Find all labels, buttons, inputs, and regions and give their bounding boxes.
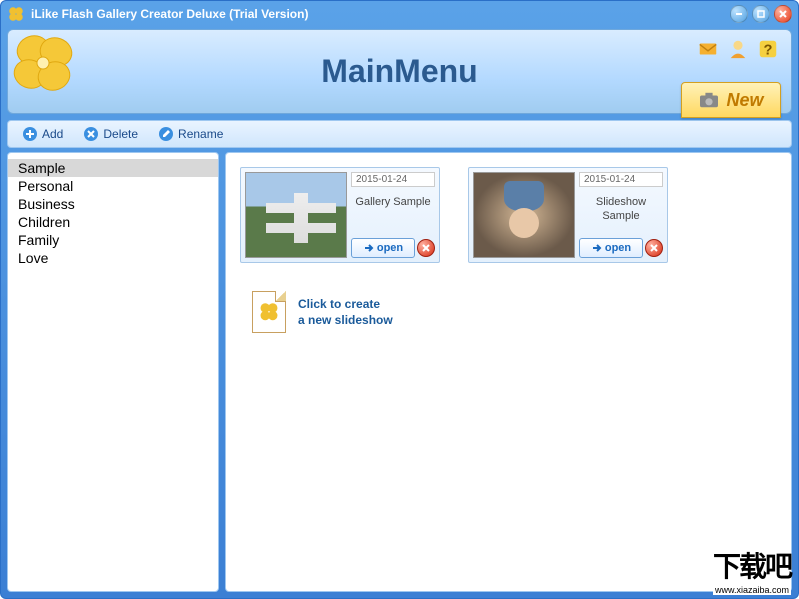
sidebar-item-sample[interactable]: Sample (8, 159, 218, 177)
app-window: iLike Flash Gallery Creator Deluxe (Tria… (0, 0, 799, 599)
gallery-card[interactable]: 2015-01-24 Gallery Sample open (240, 167, 440, 263)
gallery-thumbnail (245, 172, 347, 258)
create-new-label: Click to create a new slideshow (298, 297, 393, 328)
arrow-right-icon (363, 242, 375, 254)
card-info: 2015-01-24 Slideshow Sample open (579, 172, 663, 258)
gallery-thumbnail (473, 172, 575, 258)
sidebar-item-family[interactable]: Family (8, 231, 218, 249)
gallery-title: Gallery Sample (351, 189, 435, 238)
arrow-right-icon (591, 242, 603, 254)
open-button[interactable]: open (351, 238, 415, 258)
window-title: iLike Flash Gallery Creator Deluxe (Tria… (31, 7, 730, 21)
card-actions: open (579, 238, 663, 258)
new-document-icon (252, 291, 288, 335)
close-icon (649, 243, 659, 253)
user-icon[interactable] (727, 38, 749, 60)
sidebar-item-business[interactable]: Business (8, 195, 218, 213)
close-icon (421, 243, 431, 253)
card-info: 2015-01-24 Gallery Sample open (351, 172, 435, 258)
delete-icon (83, 126, 99, 142)
mail-icon[interactable] (697, 38, 719, 60)
delete-label: Delete (103, 127, 138, 141)
rename-icon (158, 126, 174, 142)
open-label: open (377, 242, 403, 254)
card-actions: open (351, 238, 435, 258)
category-sidebar: Sample Personal Business Children Family… (7, 152, 219, 592)
logo-clover-icon (8, 30, 78, 100)
add-label: Add (42, 127, 63, 141)
gallery-date: 2015-01-24 (579, 172, 663, 187)
sidebar-item-children[interactable]: Children (8, 213, 218, 231)
gallery-date: 2015-01-24 (351, 172, 435, 187)
rename-label: Rename (178, 127, 223, 141)
gallery-list: 2015-01-24 Gallery Sample open (225, 152, 792, 592)
new-button-label: New (726, 90, 763, 111)
add-button[interactable]: Add (14, 124, 71, 144)
page-title: MainMenu (8, 53, 791, 90)
content: Sample Personal Business Children Family… (7, 152, 792, 592)
app-icon (7, 5, 25, 23)
gallery-title: Slideshow Sample (579, 189, 663, 238)
open-label: open (605, 242, 631, 254)
delete-gallery-button[interactable] (645, 239, 663, 257)
window-controls (730, 5, 792, 23)
new-button[interactable]: New (681, 82, 781, 118)
gallery-card[interactable]: 2015-01-24 Slideshow Sample open (468, 167, 668, 263)
titlebar: iLike Flash Gallery Creator Deluxe (Tria… (1, 1, 798, 27)
header-icons: ? (697, 38, 779, 60)
minimize-button[interactable] (730, 5, 748, 23)
add-icon (22, 126, 38, 142)
open-button[interactable]: open (579, 238, 643, 258)
sidebar-item-love[interactable]: Love (8, 249, 218, 267)
header: MainMenu ? New (7, 29, 792, 114)
rename-button[interactable]: Rename (150, 124, 231, 144)
camera-icon (698, 91, 720, 109)
delete-gallery-button[interactable] (417, 239, 435, 257)
svg-text:?: ? (764, 43, 773, 59)
close-button[interactable] (774, 5, 792, 23)
delete-button[interactable]: Delete (75, 124, 146, 144)
maximize-button[interactable] (752, 5, 770, 23)
toolbar: Add Delete Rename (7, 120, 792, 148)
sidebar-item-personal[interactable]: Personal (8, 177, 218, 195)
create-new-slideshow[interactable]: Click to create a new slideshow (240, 291, 440, 335)
help-icon[interactable]: ? (757, 38, 779, 60)
